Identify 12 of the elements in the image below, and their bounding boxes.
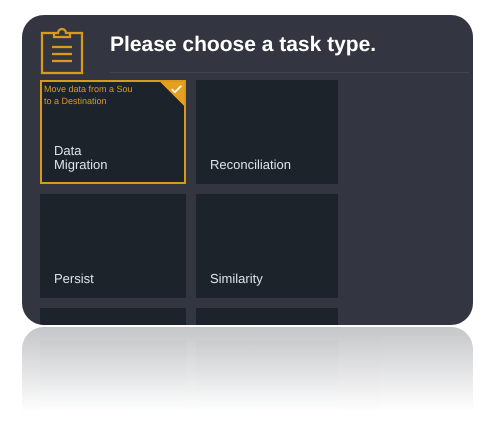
task-tile[interactable]: Similarity [196, 194, 338, 298]
tile-label: Reconciliation [210, 158, 292, 172]
task-tile[interactable]: Persist [40, 194, 186, 298]
tile-label: Data Migration [54, 144, 108, 172]
task-tile[interactable]: Move data from a Sou to a Destination Data Migration [40, 80, 186, 184]
task-tile[interactable]: Reconciliation [196, 80, 338, 184]
page-title: Please choose a task type. [110, 32, 378, 58]
tile-label: Similarity [210, 272, 264, 286]
clipboard-icon [38, 27, 86, 75]
tile-description: Move data from a Sou [44, 83, 134, 95]
tile-description: to a Destination [44, 95, 108, 107]
tile-label: Persist [54, 272, 95, 286]
